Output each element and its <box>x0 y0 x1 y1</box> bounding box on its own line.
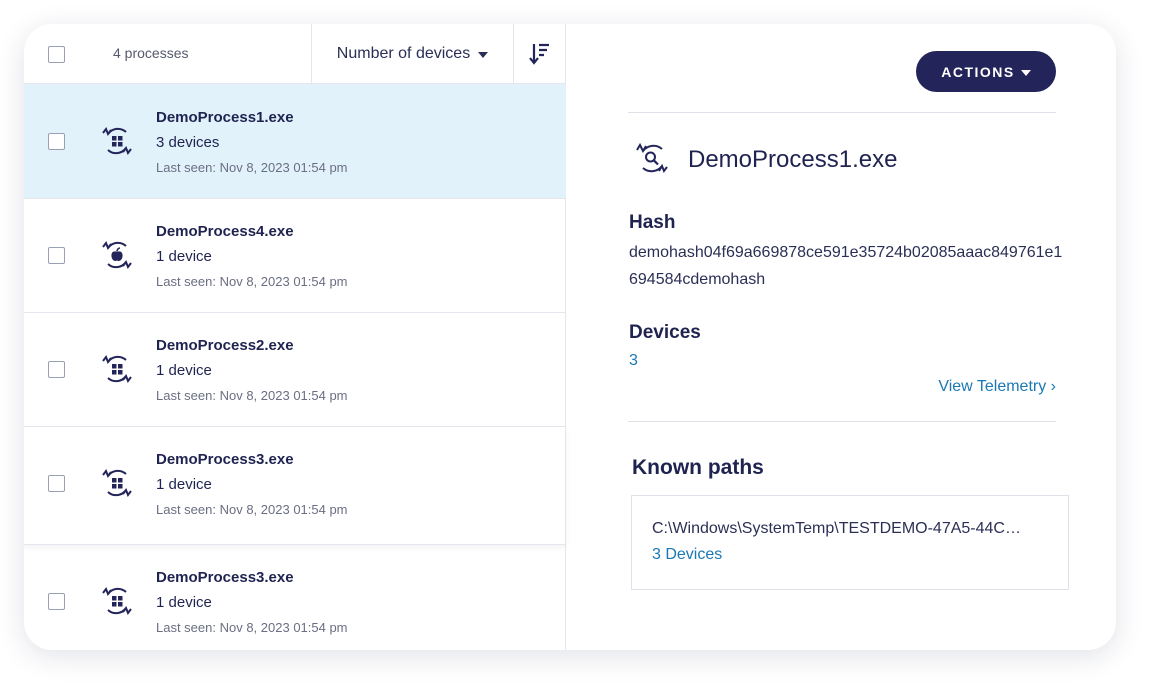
windows-process-icon <box>102 586 132 616</box>
process-icon <box>636 142 668 174</box>
process-name: DemoProcess4.exe <box>156 223 294 240</box>
windows-process-icon <box>102 468 132 498</box>
list-header: 4 processes Number of devices <box>24 24 566 84</box>
known-path-devices-link[interactable]: 3 Devices <box>652 546 722 564</box>
process-last-seen: Last seen: Nov 8, 2023 01:54 pm <box>156 160 348 175</box>
row-checkbox[interactable] <box>48 475 65 492</box>
chevron-down-icon <box>1020 69 1031 76</box>
apple-process-icon <box>102 240 132 270</box>
process-last-seen: Last seen: Nov 8, 2023 01:54 pm <box>156 620 348 635</box>
process-name: DemoProcess3.exe <box>156 569 294 586</box>
windows-process-icon <box>102 354 132 384</box>
hash-value: demohash04f69a669878ce591e35724b02085aaa… <box>629 244 1063 288</box>
process-last-seen: Last seen: Nov 8, 2023 01:54 pm <box>156 502 348 517</box>
process-name: DemoProcess3.exe <box>156 451 294 468</box>
devices-count-link[interactable]: 3 <box>629 352 638 370</box>
divider <box>628 421 1056 422</box>
processes-card: 4 processes Number of devices DemoProces… <box>24 24 1116 650</box>
known-paths-heading: Known paths <box>632 456 764 479</box>
process-row[interactable]: DemoProcess1.exe 3 devices Last seen: No… <box>24 84 566 199</box>
row-checkbox[interactable] <box>48 593 65 610</box>
divider <box>628 112 1056 113</box>
known-path-card: C:\Windows\SystemTemp\TESTDEMO-47A5-44C…… <box>631 495 1069 590</box>
process-row[interactable]: DemoProcess2.exe 1 device Last seen: Nov… <box>24 313 566 427</box>
process-row[interactable]: DemoProcess3.exe 1 device Last seen: Nov… <box>24 427 566 545</box>
windows-process-icon <box>102 126 132 156</box>
process-row[interactable]: DemoProcess4.exe 1 device Last seen: Nov… <box>24 199 566 313</box>
process-last-seen: Last seen: Nov 8, 2023 01:54 pm <box>156 274 348 289</box>
process-name: DemoProcess2.exe <box>156 337 294 354</box>
process-last-seen: Last seen: Nov 8, 2023 01:54 pm <box>156 388 348 403</box>
hash-label: Hash <box>629 212 676 233</box>
chevron-down-icon <box>478 52 489 58</box>
view-telemetry-link[interactable]: View Telemetry › <box>938 378 1056 396</box>
process-device-count: 1 device <box>156 362 212 379</box>
process-row[interactable]: DemoProcess3.exe 1 device Last seen: Nov… <box>24 545 566 650</box>
select-all-checkbox[interactable] <box>48 46 65 63</box>
process-device-count: 1 device <box>156 594 212 611</box>
sort-order-button[interactable] <box>514 24 566 84</box>
sort-descending-icon <box>529 43 549 65</box>
sort-by-label: Number of devices <box>336 45 471 62</box>
row-checkbox[interactable] <box>48 247 65 264</box>
process-device-count: 3 devices <box>156 134 220 151</box>
process-name: DemoProcess1.exe <box>156 109 294 126</box>
actions-button[interactable]: ACTIONS <box>916 51 1056 92</box>
detail-title: DemoProcess1.exe <box>688 146 898 173</box>
sort-by-dropdown[interactable]: Number of devices <box>311 24 514 84</box>
actions-label: ACTIONS <box>941 63 1015 80</box>
process-list-panel: 4 processes Number of devices DemoProces… <box>24 24 566 650</box>
known-path-text: C:\Windows\SystemTemp\TESTDEMO-47A5-44C… <box>652 520 1021 537</box>
process-count: 4 processes <box>113 45 189 61</box>
row-checkbox[interactable] <box>48 133 65 150</box>
process-detail-panel: ACTIONS DemoProcess1.exe Hash demohash04… <box>566 24 1116 650</box>
row-checkbox[interactable] <box>48 361 65 378</box>
process-device-count: 1 device <box>156 476 212 493</box>
devices-label: Devices <box>629 322 701 343</box>
process-device-count: 1 device <box>156 248 212 265</box>
